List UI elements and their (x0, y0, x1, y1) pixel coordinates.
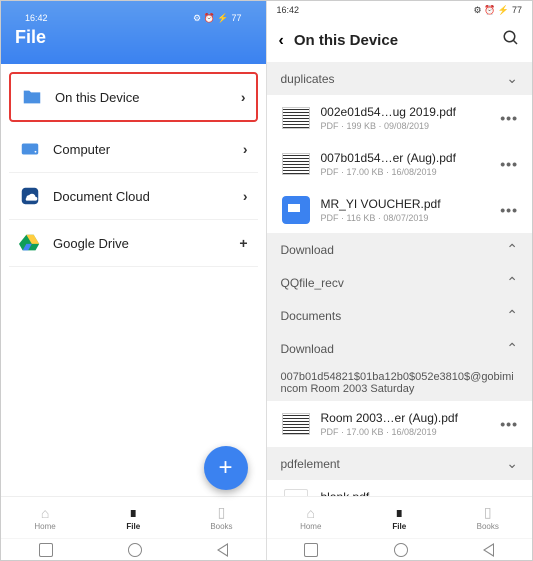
file-meta: PDF · 17.00 KB · 16/08/2019 (321, 427, 491, 437)
location-disk[interactable]: Computer › (9, 126, 258, 173)
section-header[interactable]: Download⌃ (267, 233, 533, 266)
file-meta: PDF · 17.00 KB · 16/08/2019 (321, 167, 491, 177)
status-bar: 16:42 ⚙ ⏰ ⚡ 77 (267, 1, 533, 19)
file-row[interactable]: MR_YI VOUCHER.pdf PDF · 116 KB · 08/07/20… (267, 187, 533, 233)
page-title: On this Device (294, 32, 492, 49)
location-label: Google Drive (53, 236, 227, 251)
bottom-nav: ⌂Home ∎File ▯Books (1, 496, 266, 538)
location-action[interactable]: › (241, 89, 246, 105)
more-icon[interactable]: ••• (500, 110, 518, 126)
more-icon[interactable]: ••• (500, 202, 518, 218)
file-row[interactable]: blank.pdfPDF · 4.91 KB · 11/07/2023••• (267, 480, 533, 496)
section-title: Download (281, 243, 507, 257)
file-thumb (281, 195, 311, 225)
page-title: File (15, 27, 252, 48)
recent-apps-button[interactable] (39, 543, 53, 557)
location-label: Document Cloud (53, 189, 231, 204)
nav-home[interactable]: ⌂Home (1, 497, 89, 538)
location-action[interactable]: › (243, 188, 248, 204)
status-icons: ⚙ ⏰ ⚡ 77 (193, 13, 242, 24)
section-header[interactable]: pdfelement⌄ (267, 447, 533, 480)
home-icon: ⌂ (307, 505, 315, 521)
disk-icon (19, 138, 41, 160)
status-time: 16:42 (277, 5, 300, 15)
location-drive[interactable]: Google Drive + (9, 220, 258, 267)
nav-home[interactable]: ⌂Home (267, 497, 356, 538)
section-title: duplicates (281, 72, 507, 86)
drive-icon (19, 232, 41, 254)
file-thumb (281, 149, 311, 179)
cloud-icon (19, 185, 41, 207)
chevron-down-icon: ⌄ (506, 455, 518, 472)
chevron-down-icon: ⌄ (506, 70, 518, 87)
system-nav (1, 538, 266, 560)
back-button[interactable] (217, 543, 228, 557)
status-time: 16:42 (25, 13, 48, 23)
section-header[interactable]: Documents⌃ (267, 299, 533, 332)
location-label: On this Device (55, 90, 229, 105)
file-thumb (281, 488, 311, 496)
header: ‹ On this Device (267, 19, 533, 62)
books-icon: ▯ (218, 504, 226, 521)
section-title: QQfile_recv (281, 276, 507, 290)
section-header[interactable]: Download⌃ (267, 332, 533, 365)
nav-books[interactable]: ▯Books (444, 497, 533, 538)
file-meta: PDF · 116 KB · 08/07/2019 (321, 213, 491, 223)
section-path: 007b01d54821$01ba12b0$052e3810$@gobiminc… (267, 365, 533, 401)
file-name: MR_YI VOUCHER.pdf (321, 197, 491, 211)
back-icon[interactable]: ‹ (279, 32, 284, 50)
file-thumb (281, 103, 311, 133)
locations-list: On this Device › Computer › Document Cloud › G… (1, 64, 266, 496)
recent-apps-button[interactable] (304, 543, 318, 557)
location-folder[interactable]: On this Device › (9, 72, 258, 122)
status-bar: 16:42 ⚙ ⏰ ⚡ 77 (15, 9, 252, 27)
search-icon[interactable] (502, 29, 520, 52)
location-action[interactable]: + (239, 235, 247, 251)
screen-file-locations: 16:42 ⚙ ⏰ ⚡ 77 File On this Device›Compu… (1, 1, 267, 560)
section-title: pdfelement (281, 457, 507, 471)
chevron-up-icon: ⌃ (506, 340, 518, 357)
system-nav (267, 538, 533, 560)
folder-icon (21, 86, 43, 108)
chevron-up-icon: ⌃ (506, 274, 518, 291)
location-action[interactable]: › (243, 141, 248, 157)
file-icon: ∎ (129, 504, 138, 521)
file-name: Room 2003…er (Aug).pdf (321, 411, 491, 425)
more-icon[interactable]: ••• (500, 416, 518, 432)
file-content: duplicates⌄002e01d54…ug 2019.pdfPDF · 19… (267, 62, 533, 496)
section-title: Documents (281, 309, 507, 323)
file-icon: ∎ (395, 504, 404, 521)
home-button[interactable] (394, 543, 408, 557)
section-title: Download (281, 342, 507, 356)
file-meta: PDF · 199 KB · 09/08/2019 (321, 121, 491, 131)
more-icon[interactable]: ••• (500, 156, 518, 172)
nav-file[interactable]: ∎File (89, 497, 177, 538)
back-button[interactable] (483, 543, 494, 557)
books-icon: ▯ (484, 504, 492, 521)
file-row[interactable]: Room 2003…er (Aug).pdf PDF · 17.00 KB · 1… (267, 401, 533, 447)
file-name: 002e01d54…ug 2019.pdf (321, 105, 491, 119)
status-icons: ⚙ ⏰ ⚡ 77 (474, 5, 523, 16)
location-label: Computer (53, 142, 231, 157)
add-fab[interactable]: + (204, 446, 248, 490)
home-button[interactable] (128, 543, 142, 557)
section-header[interactable]: duplicates⌄ (267, 62, 533, 95)
file-name: 007b01d54…er (Aug).pdf (321, 151, 491, 165)
chevron-up-icon: ⌃ (506, 241, 518, 258)
nav-file[interactable]: ∎File (355, 497, 444, 538)
file-row[interactable]: 002e01d54…ug 2019.pdf PDF · 199 KB · 09/0… (267, 95, 533, 141)
screen-device-files: 16:42 ⚙ ⏰ ⚡ 77 ‹ On this Device duplicat… (267, 1, 533, 560)
nav-books[interactable]: ▯Books (177, 497, 265, 538)
home-icon: ⌂ (41, 505, 49, 521)
chevron-up-icon: ⌃ (506, 307, 518, 324)
header: 16:42 ⚙ ⏰ ⚡ 77 File (1, 1, 266, 64)
file-thumb (281, 409, 311, 439)
location-cloud[interactable]: Document Cloud › (9, 173, 258, 220)
bottom-nav: ⌂Home ∎File ▯Books (267, 496, 533, 538)
section-header[interactable]: QQfile_recv⌃ (267, 266, 533, 299)
file-row[interactable]: 007b01d54…er (Aug).pdf PDF · 17.00 KB · 1… (267, 141, 533, 187)
